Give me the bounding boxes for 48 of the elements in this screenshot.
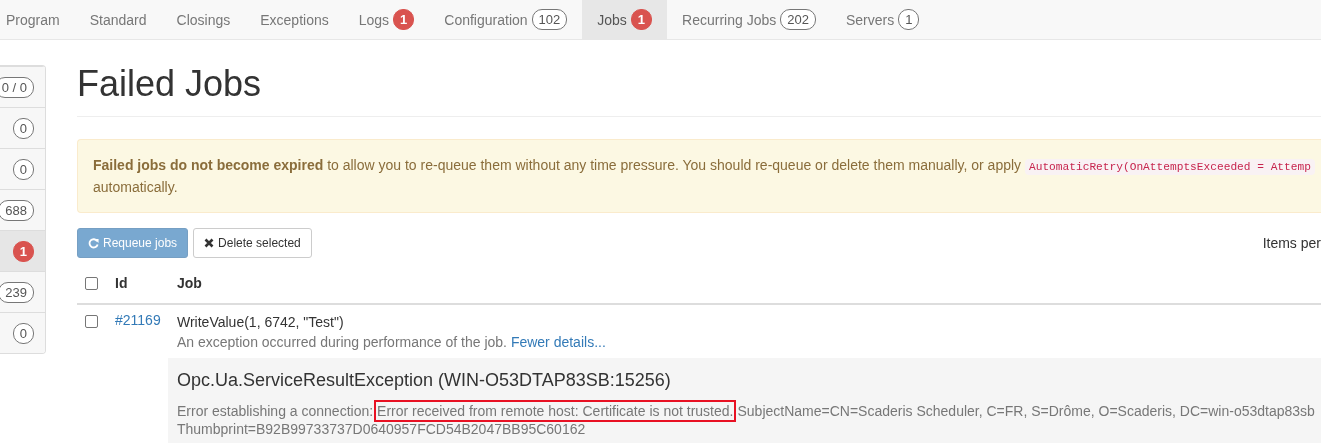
sidebar-item[interactable]: 239 [0, 271, 45, 312]
alert-count-badge: 1 [630, 9, 653, 30]
count-badge: 0 / 0 [0, 76, 34, 98]
count-badge: 0 [12, 322, 34, 344]
count-badge: 239 [0, 281, 34, 303]
error-text: SubjectName=CN=Scaderis Scheduler, C=FR, S=Drôme, O=Scaderis, DC=win-o53dtap83sb [737, 402, 1315, 420]
close-icon [204, 238, 215, 248]
alert-text: Failed jobs do not become expired to allow you to re-queue them without any time pressure. You should re-queue or delete them manually, or apply AutomaticRetry(OnAttemptsExceeded = Attemp automatically. [93, 155, 1315, 197]
error-text: Error establishing a connection: [177, 402, 374, 420]
alert-count-badge: 1 [393, 9, 415, 30]
nav-tab[interactable]: Jobs 1 [582, 0, 668, 39]
alert-count-badge: 1 [12, 240, 34, 262]
column-header: Job [177, 275, 202, 291]
count-badge: 102 [531, 9, 568, 30]
sidebar-item[interactable]: 0 [0, 312, 45, 353]
nav-tab[interactable]: Program [0, 0, 75, 39]
delete-button[interactable]: Delete selected [193, 228, 312, 258]
sidebar-item[interactable]: 0 / 0 [0, 66, 45, 107]
checkbox[interactable] [85, 276, 98, 290]
sidebar-item[interactable]: 0 [0, 148, 45, 189]
job-message: An exception occurred during performance of the job. Fewer details... [176, 333, 606, 352]
nav-tab[interactable]: Recurring Jobs 202 [667, 0, 831, 39]
count-badge: 688 [0, 199, 34, 221]
count-badge: 202 [780, 9, 816, 30]
nav-tab[interactable]: Exceptions [245, 0, 344, 39]
nav-tab[interactable]: Closings [161, 0, 246, 39]
column-header: Id [115, 275, 129, 291]
job-id-link[interactable]: #21169 [115, 312, 161, 328]
page-title: Failed Jobs [77, 64, 262, 104]
sidebar-item[interactable]: 1 [0, 230, 45, 271]
count-badge: 1 [898, 9, 920, 30]
exception-title: Opc.Ua.ServiceResultException (WIN-O53DTAP83SB:15256) [177, 369, 671, 392]
nav-tab[interactable]: Standard [74, 0, 162, 39]
checkbox[interactable] [85, 315, 98, 328]
details-link[interactable]: Fewer details... [510, 334, 606, 350]
sidebar-item[interactable]: 688 [0, 189, 45, 230]
nav-tab[interactable]: Servers 1 [830, 0, 935, 39]
nav-tab[interactable]: Configuration 102 [429, 0, 583, 39]
error-text: Thumbprint=B92B99733737D0640957FCD54B2047BB95C60162 [177, 420, 586, 438]
code-snippet: AutomaticRetry(OnAttemptsExceeded = Attemp [1024, 159, 1315, 175]
count-badge: 0 [12, 117, 34, 139]
count-badge: 0 [12, 158, 34, 180]
nav-tab[interactable]: Logs 1 [343, 0, 430, 39]
refresh-icon [88, 237, 99, 249]
job-name: WriteValue(1, 6742, "Test") [176, 313, 344, 332]
sidebar-item[interactable]: 0 [0, 107, 45, 148]
highlighted-error-text: Error received from remote host: Certificate is not trusted. [376, 402, 735, 420]
pagination-label: Items per [1262, 235, 1321, 251]
